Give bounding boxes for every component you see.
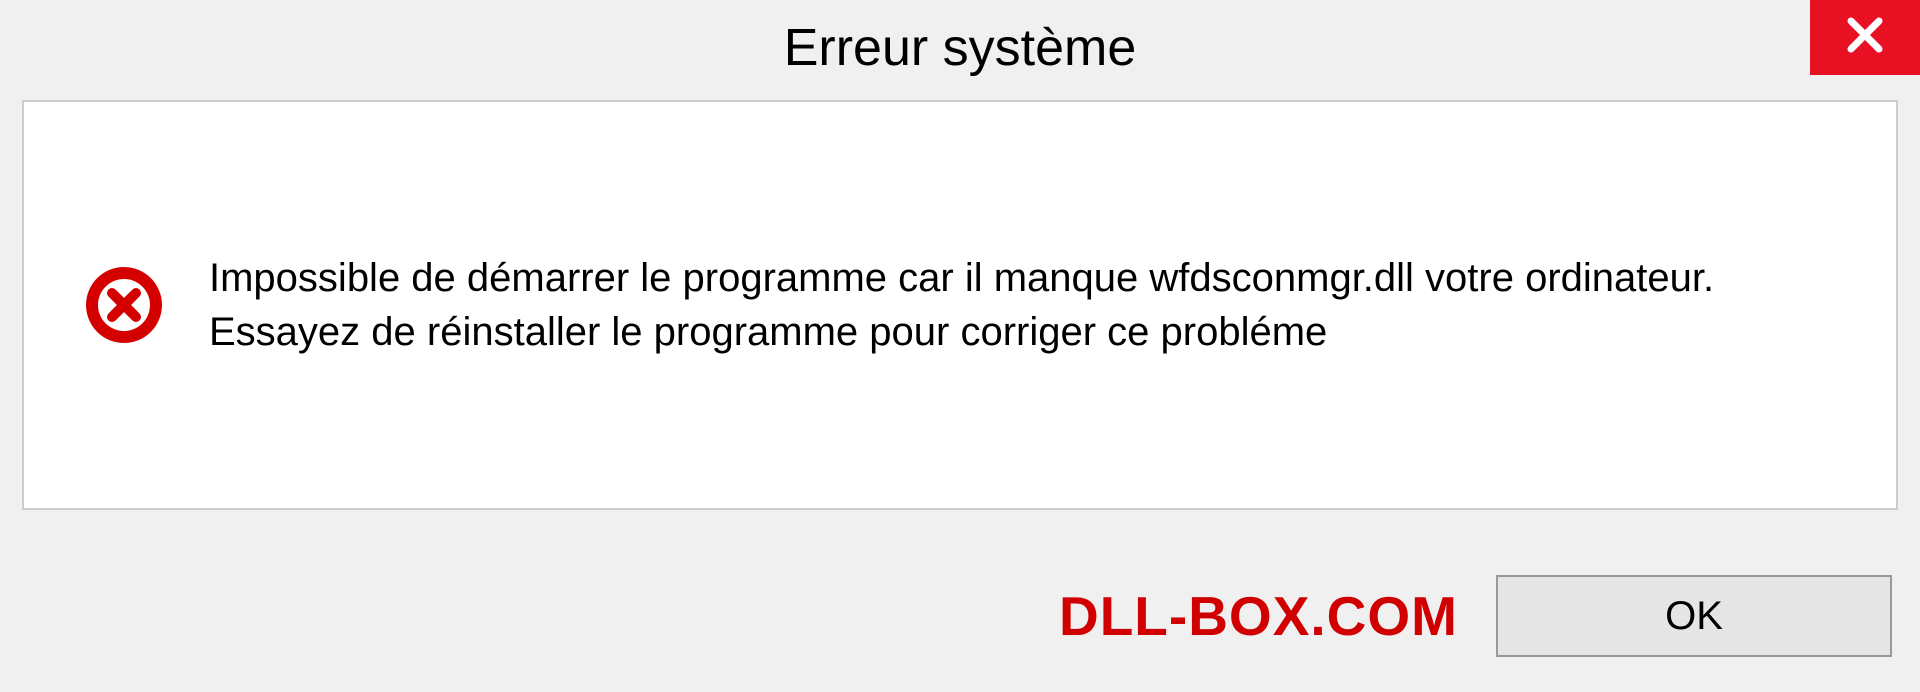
ok-button-label: OK [1665, 594, 1723, 639]
error-dialog: Erreur système Impossible de démarrer le… [0, 0, 1920, 692]
ok-button[interactable]: OK [1496, 575, 1892, 657]
error-message: Impossible de démarrer le programme car … [209, 251, 1836, 359]
close-icon [1845, 15, 1885, 60]
dialog-title: Erreur système [784, 18, 1137, 78]
content-area: Impossible de démarrer le programme car … [22, 100, 1898, 510]
button-area: DLL-BOX.COM OK [1059, 575, 1892, 657]
title-bar: Erreur système [0, 0, 1920, 95]
close-button[interactable] [1810, 0, 1920, 75]
error-icon [84, 265, 164, 345]
watermark-text: DLL-BOX.COM [1059, 584, 1458, 648]
